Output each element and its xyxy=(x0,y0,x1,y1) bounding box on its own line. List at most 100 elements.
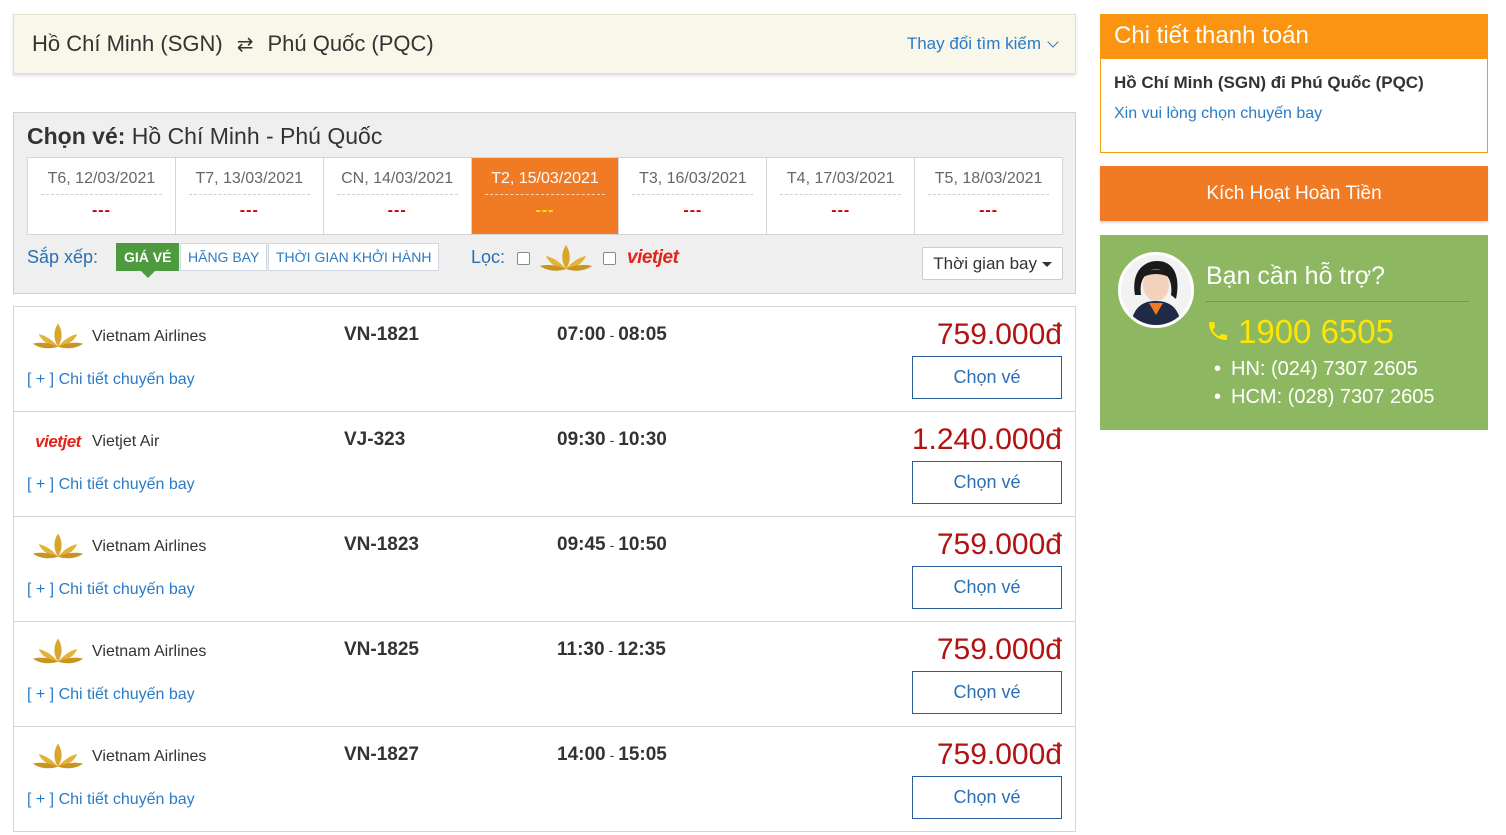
flight-number: VN-1823 xyxy=(344,534,419,555)
caret-down-icon xyxy=(1042,262,1052,268)
date-tab[interactable]: T5, 18/03/2021 --- xyxy=(915,158,1062,234)
ticket-price: 759.000đ xyxy=(936,318,1062,351)
ticket-price: 1.240.000đ xyxy=(911,423,1062,456)
flight-detail-link[interactable]: [ + ] Chi tiết chuyến bay xyxy=(27,371,195,389)
choose-ticket-button[interactable]: Chọn vé xyxy=(912,671,1062,714)
airline-name: Vietnam Airlines xyxy=(92,748,207,765)
choose-ticket-button[interactable]: Chọn vé xyxy=(912,356,1062,399)
date-label: T3, 16/03/2021 xyxy=(632,158,754,195)
hotline[interactable]: 1900 6505 xyxy=(1206,313,1394,351)
ticket-price: 759.000đ xyxy=(936,528,1062,561)
flight-times: 11:30-12:35 xyxy=(557,639,666,660)
change-search-link[interactable]: Thay đổi tìm kiếm xyxy=(906,34,1059,54)
flight-detail-link[interactable]: [ + ] Chi tiết chuyến bay xyxy=(27,686,195,704)
depart-time: 07:00 xyxy=(557,324,606,345)
date-tab[interactable]: T6, 12/03/2021 --- xyxy=(28,158,176,234)
branch-phone-hn: HN: (024) 7307 2605 xyxy=(1214,358,1418,381)
sort-by-airline-button[interactable]: HÃNG BAY xyxy=(180,243,268,271)
ticket-price: 759.000đ xyxy=(936,738,1062,771)
payment-details-box: Chi tiết thanh toán Hồ Chí Minh (SGN) đi… xyxy=(1100,14,1488,153)
date-price: --- xyxy=(683,202,703,219)
date-tab[interactable]: T7, 13/03/2021 --- xyxy=(176,158,324,234)
ticket-price: 759.000đ xyxy=(936,633,1062,666)
arrive-time: 12:35 xyxy=(617,639,666,660)
date-price: --- xyxy=(91,202,111,219)
depart-time: 11:30 xyxy=(557,639,605,660)
activate-cashback-button[interactable]: Kích Hoạt Hoàn Tiền xyxy=(1100,166,1488,221)
choose-ticket-button[interactable]: Chọn vé xyxy=(912,461,1062,504)
date-label: T6, 12/03/2021 xyxy=(41,158,162,195)
sort-by-departure-button[interactable]: THỜI GIAN KHỞI HÀNH xyxy=(268,243,440,271)
flight-duration-dropdown[interactable]: Thời gian bay xyxy=(922,247,1063,280)
depart-time: 09:45 xyxy=(557,534,606,555)
filter-vietjet-checkbox[interactable] xyxy=(603,252,616,265)
flight-row: Vietnam Airlines [ + ] Chi tiết chuyến b… xyxy=(14,622,1075,727)
date-price: --- xyxy=(535,202,555,219)
airline-name: Vietjet Air xyxy=(92,433,160,450)
flight-detail-link[interactable]: [ + ] Chi tiết chuyến bay xyxy=(27,581,195,599)
vietnam-airlines-logo-icon xyxy=(30,529,86,565)
flight-row: Vietnam Airlines [ + ] Chi tiết chuyến b… xyxy=(14,517,1075,622)
support-divider xyxy=(1206,301,1469,302)
arrive-time: 15:05 xyxy=(618,744,667,765)
depart-time: 09:30 xyxy=(557,429,606,450)
panel-title-route: Hồ Chí Minh - Phú Quốc xyxy=(131,123,383,149)
flight-row: Vietnam Airlines [ + ] Chi tiết chuyến b… xyxy=(14,727,1075,832)
flight-times: 07:00-08:05 xyxy=(557,324,667,345)
date-price: --- xyxy=(979,202,999,219)
arrive-time: 10:50 xyxy=(618,534,667,555)
vietnam-airlines-logo-icon xyxy=(30,739,86,775)
flight-number: VN-1827 xyxy=(344,744,419,765)
date-label: T2, 15/03/2021 xyxy=(484,158,606,195)
date-price: --- xyxy=(239,202,259,219)
filter-vietnam-airlines-checkbox[interactable] xyxy=(517,252,530,265)
date-label: T5, 18/03/2021 xyxy=(928,158,1050,195)
branch-phone-hcm: HCM: (028) 7307 2605 xyxy=(1214,386,1434,409)
support-agent-avatar xyxy=(1118,252,1194,328)
route-summary: Hồ Chí Minh (SGN) ⇄ Phú Quốc (PQC) xyxy=(32,31,434,57)
swap-arrows-icon: ⇄ xyxy=(236,33,254,56)
flight-number: VJ-323 xyxy=(344,429,406,450)
panel-title-prefix: Chọn vé: xyxy=(27,123,126,149)
flight-row: vietjet Vietjet Air [ + ] Chi tiết chuyế… xyxy=(14,412,1075,517)
flight-row: Vietnam Airlines [ + ] Chi tiết chuyến b… xyxy=(14,307,1075,412)
flight-times: 09:30-10:30 xyxy=(557,429,667,450)
date-tab[interactable]: T4, 17/03/2021 --- xyxy=(767,158,916,234)
panel-title: Chọn vé: Hồ Chí Minh - Phú Quốc xyxy=(27,123,382,150)
flight-detail-link[interactable]: [ + ] Chi tiết chuyến bay xyxy=(27,476,195,494)
payment-details-title: Chi tiết thanh toán xyxy=(1101,15,1487,59)
date-label: T7, 13/03/2021 xyxy=(188,158,310,195)
vietjet-logo-icon: vietjet xyxy=(35,432,81,451)
choose-ticket-button[interactable]: Chọn vé xyxy=(912,776,1062,819)
destination-city: Phú Quốc (PQC) xyxy=(267,31,434,56)
filter-label: Lọc: xyxy=(471,247,506,267)
date-label: T4, 17/03/2021 xyxy=(780,158,902,195)
date-label: CN, 14/03/2021 xyxy=(336,158,458,195)
airline-name: Vietnam Airlines xyxy=(92,538,207,555)
origin-city: Hồ Chí Minh (SGN) xyxy=(32,31,223,56)
flight-number: VN-1825 xyxy=(344,639,419,660)
depart-time: 14:00 xyxy=(557,744,606,765)
support-title: Bạn cần hỗ trợ? xyxy=(1206,262,1386,290)
payment-hint: Xin vui lòng chọn chuyến bay xyxy=(1114,105,1323,122)
chevron-down-icon xyxy=(1047,36,1059,48)
date-tab-selected[interactable]: T2, 15/03/2021 --- xyxy=(471,158,620,234)
flight-detail-link[interactable]: [ + ] Chi tiết chuyến bay xyxy=(27,791,195,809)
flight-times: 09:45-10:50 xyxy=(557,534,667,555)
sort-by-price-button[interactable]: GIÁ VÉ xyxy=(116,243,180,278)
search-summary-bar: Hồ Chí Minh (SGN) ⇄ Phú Quốc (PQC) Thay … xyxy=(13,14,1076,74)
flight-number: VN-1821 xyxy=(344,324,419,345)
change-search-label: Thay đổi tìm kiếm xyxy=(906,34,1041,53)
date-strip: T6, 12/03/2021 --- T7, 13/03/2021 --- CN, … xyxy=(27,157,1063,235)
date-tab[interactable]: T3, 16/03/2021 --- xyxy=(619,158,768,234)
support-box: Bạn cần hỗ trợ? 1900 6505 HN: (024) 7307… xyxy=(1100,235,1488,430)
duration-dropdown-label: Thời gian bay xyxy=(933,254,1037,273)
date-tab[interactable]: CN, 14/03/2021 --- xyxy=(324,158,472,234)
vietnam-airlines-logo-icon xyxy=(30,319,86,355)
arrive-time: 08:05 xyxy=(618,324,667,345)
phone-icon xyxy=(1206,313,1230,351)
date-price: --- xyxy=(387,202,407,219)
choose-ticket-button[interactable]: Chọn vé xyxy=(912,566,1062,609)
flight-times: 14:00-15:05 xyxy=(557,744,667,765)
vietnam-airlines-logo-icon xyxy=(539,243,593,280)
